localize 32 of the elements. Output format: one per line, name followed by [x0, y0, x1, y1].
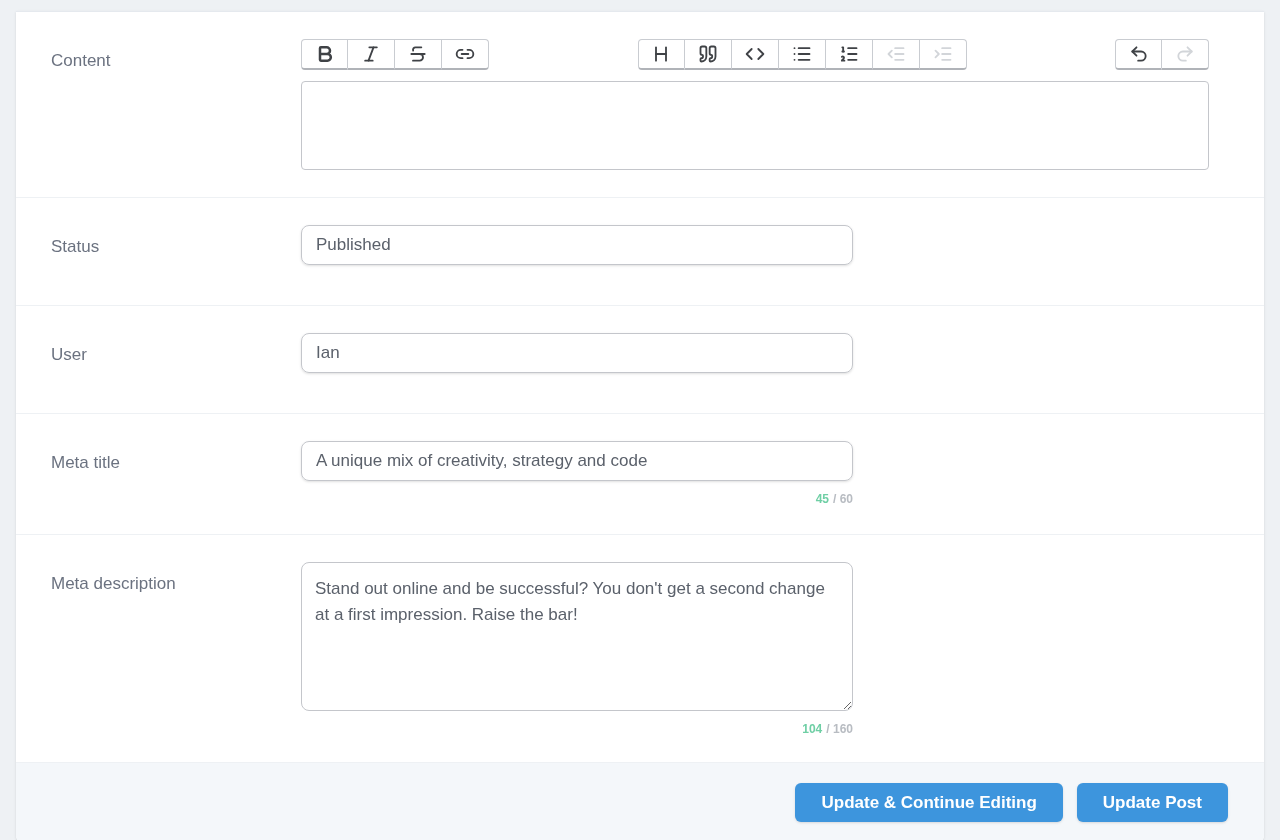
- strikethrough-button[interactable]: [395, 39, 442, 70]
- bold-button[interactable]: [301, 39, 348, 70]
- field-label: User: [51, 344, 88, 366]
- link-button[interactable]: [442, 39, 489, 70]
- textarea-field[interactable]: Stand out online and be successful? You don't get a second change at a first impression. Raise the bar!: [301, 562, 853, 711]
- field-label: Meta description: [51, 573, 177, 595]
- input-field[interactable]: A unique mix of creativity, strategy and code: [301, 441, 853, 481]
- outdent-icon: [885, 44, 906, 64]
- undo-icon: [1128, 44, 1149, 64]
- code-button[interactable]: [731, 39, 779, 70]
- field-label: Content: [51, 50, 112, 72]
- character-limit: / 60: [833, 491, 853, 508]
- bullet-list-button[interactable]: [778, 39, 826, 70]
- input-field[interactable]: Ian: [301, 333, 853, 373]
- strikethrough-icon: [408, 44, 428, 64]
- character-count: 104: [802, 721, 823, 738]
- character-limit: / 160: [826, 721, 853, 738]
- italic-icon: [361, 44, 381, 64]
- indent-icon: [932, 44, 953, 64]
- input-field[interactable]: Published: [301, 225, 853, 265]
- redo-icon: [1175, 44, 1195, 64]
- numbered-list-button[interactable]: [825, 39, 873, 70]
- numbered-list-icon: [838, 44, 859, 64]
- quote-icon: [697, 44, 718, 64]
- italic-button[interactable]: [348, 39, 395, 70]
- heading-button[interactable]: [637, 39, 685, 70]
- undo-button[interactable]: [1115, 39, 1162, 70]
- field-label: Meta title: [51, 452, 121, 474]
- bullet-list-icon: [791, 44, 812, 64]
- quote-button[interactable]: [684, 39, 732, 70]
- character-count: 45: [815, 491, 829, 508]
- field-label: Status: [51, 236, 101, 258]
